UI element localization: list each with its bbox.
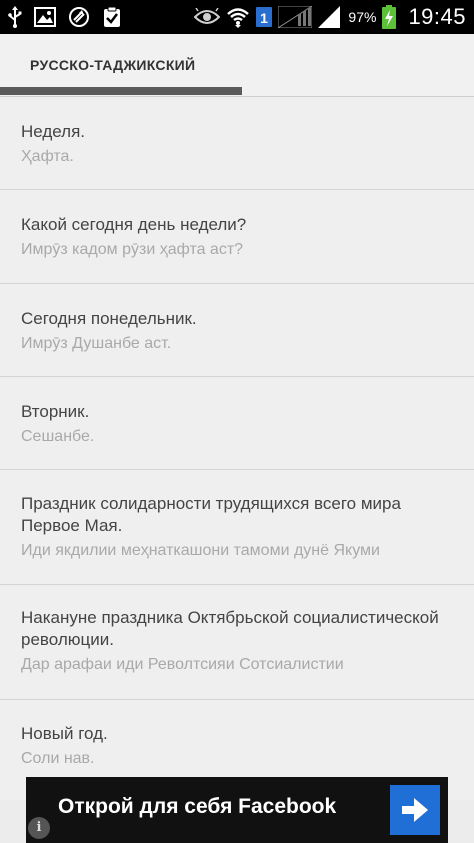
sync-icon — [68, 5, 90, 29]
list-item[interactable]: Праздник солидарности трудящихся всего м… — [0, 470, 474, 585]
tab-indicator — [0, 87, 242, 95]
phrase-list: Неделя. Ҳафта. Какой сегодня день недели… — [0, 97, 474, 800]
phrase-tajik: Имрӯз Душанбе аст. — [21, 335, 172, 352]
phrase-russian: Вторник. — [21, 402, 90, 421]
list-item[interactable]: Накануне праздника Октябрьской социалист… — [0, 585, 474, 700]
phrase-tajik: Дар арафаи иди Револтсияи Сотсиалистии — [21, 656, 344, 673]
tab-russian-tajik[interactable]: РУССКО-ТАДЖИКСКИЙ — [30, 57, 195, 73]
arrow-right-icon — [402, 798, 428, 822]
signal-empty-icon — [278, 5, 313, 29]
status-bar: 1 97% 19:45 — [0, 0, 474, 34]
sim-badge: 1 — [261, 10, 269, 26]
phrase-russian: Праздник солидарности трудящихся всего м… — [21, 494, 401, 535]
sim-icon: 1 — [256, 5, 273, 29]
signal-icon — [318, 5, 341, 29]
list-item[interactable]: Неделя. Ҳафта. — [0, 97, 474, 190]
ad-banner[interactable]: Открой для себя Facebook — [26, 777, 448, 843]
clipboard-check-icon — [102, 5, 122, 29]
phrase-russian: Сегодня понедельник. — [21, 309, 197, 328]
phrase-tajik: Имрӯз кадом рӯзи ҳафта аст? — [21, 241, 244, 258]
wifi-icon — [226, 5, 250, 29]
ad-info-icon[interactable]: i — [28, 817, 50, 839]
phrase-tajik: Сешанбе. — [21, 428, 95, 445]
phrase-russian: Накануне праздника Октябрьской социалист… — [21, 608, 439, 649]
battery-percent: 97% — [348, 9, 377, 25]
phrase-russian: Неделя. — [21, 122, 86, 141]
phrase-tajik: Иди якдилии меҳнаткашони тамоми дунё Яку… — [21, 542, 380, 559]
status-time: 19:45 — [408, 4, 466, 29]
tab-bar: РУССКО-ТАДЖИКСКИЙ — [0, 34, 474, 97]
phrase-tajik: Соли нав. — [21, 750, 95, 767]
phrase-tajik: Ҳафта. — [21, 148, 74, 165]
usb-icon — [8, 5, 22, 29]
phrase-russian: Какой сегодня день недели? — [21, 215, 247, 234]
list-item[interactable]: Какой сегодня день недели? Имрӯз кадом р… — [0, 190, 474, 284]
ad-arrow-button[interactable] — [390, 785, 440, 835]
battery-charging-icon — [382, 5, 397, 29]
app-screen: 1 97% 19:45 РУССКО-ТАДЖИКСКИЙ Неделя. Ҳа… — [0, 0, 474, 843]
eye-icon — [194, 5, 221, 29]
image-icon — [34, 5, 56, 29]
ad-text: Открой для себя Facebook — [58, 795, 337, 818]
list-item[interactable]: Сегодня понедельник. Имрӯз Душанбе аст. — [0, 284, 474, 377]
phrase-russian: Новый год. — [21, 724, 108, 743]
list-item[interactable]: Вторник. Сешанбе. — [0, 377, 474, 470]
